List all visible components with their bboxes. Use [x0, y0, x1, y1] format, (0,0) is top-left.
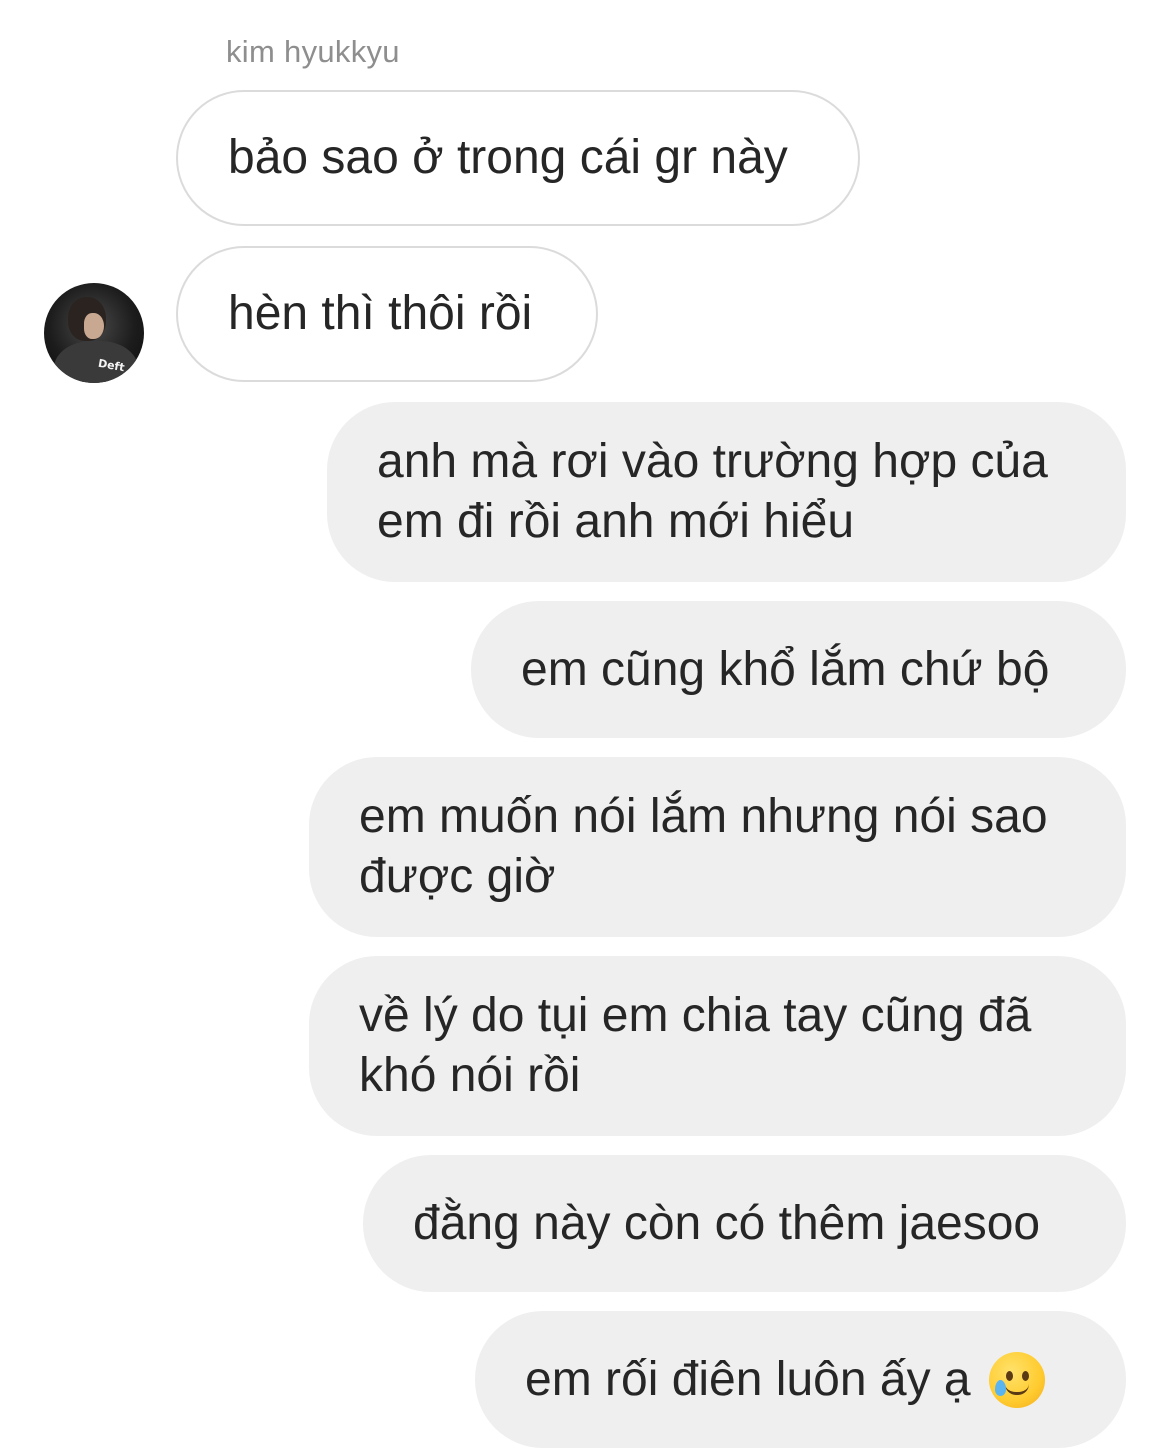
message-bubble-incoming[interactable]: hèn thì thôi rồi — [176, 246, 598, 382]
smiling-face-with-tear-icon — [988, 1351, 1045, 1408]
message-text: đằng này còn có thêm jaesoo — [413, 1196, 1041, 1250]
message-bubble-outgoing[interactable]: em muốn nói lắm nhưng nói sao được giờ — [309, 757, 1126, 937]
message-text: em cũng khổ lắm chứ bộ — [521, 642, 1050, 696]
avatar-face — [84, 313, 104, 339]
message-bubble-outgoing[interactable]: về lý do tụi em chia tay cũng đã khó nói… — [309, 956, 1126, 1136]
message-text: anh mà rơi vào trường hợp của em đi rồi … — [377, 435, 1048, 548]
avatar[interactable]: Deft — [44, 283, 144, 383]
message-text: bảo sao ở trong cái gr này — [228, 131, 788, 184]
message-thread: kim hyukkyu bảo sao ở trong cái gr này h… — [0, 0, 1170, 1455]
message-text: về lý do tụi em chia tay cũng đã khó nói… — [359, 989, 1032, 1102]
message-text: em muốn nói lắm nhưng nói sao được giờ — [359, 790, 1048, 903]
message-bubble-incoming[interactable]: bảo sao ở trong cái gr này — [176, 90, 860, 226]
message-text: em rối điên luôn ấy ạ — [525, 1352, 971, 1406]
message-text: hèn thì thôi rồi — [228, 287, 533, 340]
sender-name: kim hyukkyu — [226, 34, 400, 69]
message-bubble-outgoing[interactable]: em rối điên luôn ấy ạ — [475, 1311, 1126, 1448]
message-bubble-outgoing[interactable]: anh mà rơi vào trường hợp của em đi rồi … — [327, 402, 1126, 582]
message-bubble-outgoing[interactable]: em cũng khổ lắm chứ bộ — [471, 601, 1126, 738]
message-bubble-outgoing[interactable]: đằng này còn có thêm jaesoo — [363, 1155, 1126, 1292]
